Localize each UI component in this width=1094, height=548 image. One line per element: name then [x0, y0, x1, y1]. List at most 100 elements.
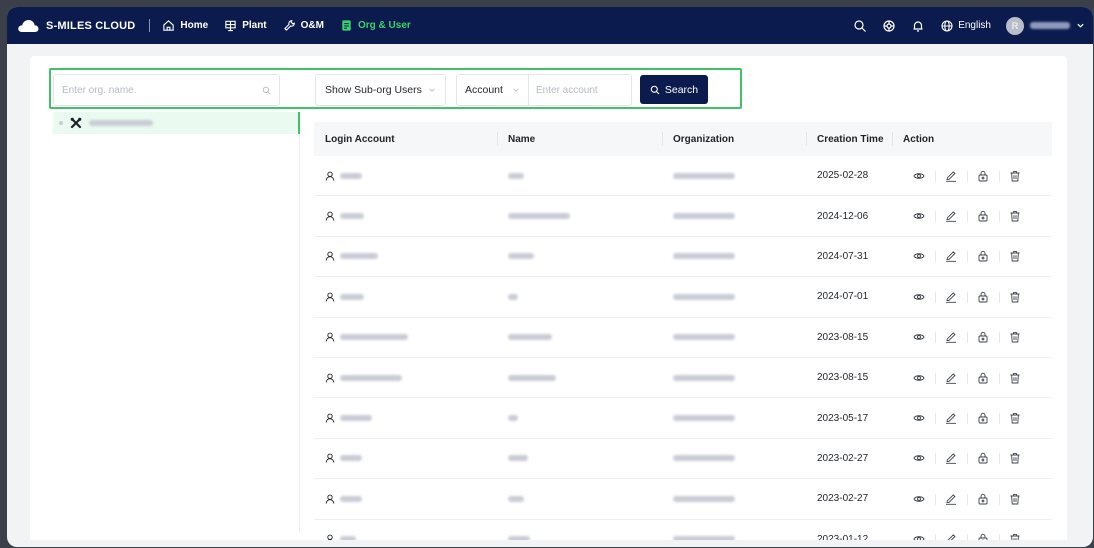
view-button[interactable]: [903, 412, 935, 424]
delete-button[interactable]: [999, 533, 1031, 540]
table-row: 2024-07-01: [314, 277, 1052, 318]
edit-button[interactable]: [935, 331, 967, 344]
table-row: 2024-12-06: [314, 196, 1052, 237]
org-user-panel: Enter org. name. Show Sub-org Users Acco…: [30, 56, 1067, 540]
reset-password-button[interactable]: [967, 170, 999, 182]
user-menu[interactable]: R: [1006, 16, 1085, 35]
col-login-account: Login Account: [325, 133, 395, 145]
view-button[interactable]: [903, 533, 935, 540]
edit-button[interactable]: [935, 493, 967, 505]
edit-icon: [946, 372, 956, 384]
view-button[interactable]: [903, 210, 935, 222]
delete-icon: [1010, 211, 1020, 222]
edit-button[interactable]: [935, 452, 967, 465]
search-button[interactable]: Search: [640, 75, 708, 104]
account-input[interactable]: Enter account: [528, 74, 632, 106]
view-icon: [913, 415, 925, 421]
organization-redacted: [673, 253, 735, 260]
name-redacted: [508, 334, 552, 341]
view-button[interactable]: [903, 372, 935, 384]
suborg-users-select[interactable]: Show Sub-org Users: [315, 74, 446, 106]
table-row: 2023-05-17: [314, 398, 1052, 439]
reset-password-button[interactable]: [967, 533, 999, 540]
chevron-down-icon: [429, 88, 435, 92]
view-button[interactable]: [903, 493, 935, 505]
org-search-input[interactable]: Enter org. name.: [53, 74, 280, 106]
login-account-redacted: [340, 536, 356, 540]
search-icon[interactable]: [853, 19, 867, 33]
edit-button[interactable]: [935, 291, 967, 303]
delete-icon: [1010, 372, 1020, 384]
edit-button[interactable]: [935, 372, 967, 384]
cell-actions: [892, 156, 1052, 195]
reset-password-button[interactable]: [967, 331, 999, 344]
edit-button[interactable]: [935, 170, 967, 182]
delete-button[interactable]: [999, 452, 1031, 465]
reset-password-button[interactable]: [967, 452, 999, 465]
chevron-down-icon: [1077, 23, 1084, 28]
reset-password-button[interactable]: [967, 210, 999, 223]
org-tree-node[interactable]: [53, 112, 300, 134]
reset-password-button[interactable]: [967, 291, 999, 303]
reset-password-button[interactable]: [967, 412, 999, 425]
organization-redacted: [673, 293, 735, 300]
cell-creation-time: 2023-02-27: [817, 452, 869, 464]
cell-name: [497, 237, 662, 276]
organization-redacted: [673, 495, 735, 502]
delete-button[interactable]: [999, 412, 1031, 425]
account-type-select[interactable]: Account: [456, 74, 529, 106]
edit-button[interactable]: [935, 210, 967, 223]
edit-button[interactable]: [935, 412, 967, 425]
user-table: Login Account Name Organization Creation…: [314, 122, 1052, 540]
cell-name: [497, 277, 662, 316]
delete-button[interactable]: [999, 250, 1031, 263]
language-switcher[interactable]: English: [940, 19, 991, 33]
account-input-placeholder: Enter account: [536, 84, 598, 96]
reset-password-button[interactable]: [967, 493, 999, 505]
nav-plant[interactable]: Plant: [224, 19, 267, 32]
delete-button[interactable]: [999, 291, 1031, 303]
organization-redacted: [673, 213, 735, 220]
reset-password-icon: [978, 412, 988, 424]
view-button[interactable]: [903, 291, 935, 303]
name-redacted: [508, 172, 524, 179]
nav-plant-label: Plant: [242, 20, 267, 31]
avatar: R: [1006, 16, 1024, 35]
delete-button[interactable]: [999, 493, 1031, 505]
login-account-redacted: [340, 455, 362, 462]
delete-icon: [1010, 453, 1020, 464]
nav-org-user[interactable]: Org & User: [340, 19, 411, 32]
delete-button[interactable]: [999, 170, 1031, 182]
main-nav: Home Plant O&M Org & User: [162, 19, 411, 32]
cell-login-account: [314, 277, 497, 316]
brand-logo[interactable]: S-MILES CLOUD: [17, 19, 135, 33]
search-button-label: Search: [664, 83, 699, 96]
view-icon: [913, 455, 925, 462]
user-icon: [325, 494, 335, 504]
login-account-redacted: [340, 415, 372, 422]
delete-button[interactable]: [999, 210, 1031, 223]
view-button[interactable]: [903, 250, 935, 262]
settings-icon[interactable]: [882, 19, 896, 33]
search-icon: [262, 86, 271, 94]
view-button[interactable]: [903, 170, 935, 182]
reset-password-button[interactable]: [967, 250, 999, 263]
cell-actions: [892, 358, 1052, 397]
delete-icon: [1010, 251, 1020, 262]
reset-password-icon: [978, 210, 988, 222]
edit-button[interactable]: [935, 533, 967, 540]
bell-icon[interactable]: [911, 19, 925, 33]
nav-om[interactable]: O&M: [283, 19, 324, 32]
delete-button[interactable]: [999, 331, 1031, 344]
organization-redacted: [673, 172, 735, 179]
delete-button[interactable]: [999, 372, 1031, 384]
edit-icon: [946, 170, 956, 182]
cell-organization: [662, 520, 806, 540]
cell-actions: [892, 520, 1052, 540]
view-button[interactable]: [903, 452, 935, 464]
edit-button[interactable]: [935, 250, 967, 263]
reset-password-button[interactable]: [967, 372, 999, 384]
nav-home-label: Home: [180, 20, 209, 31]
view-button[interactable]: [903, 331, 935, 343]
nav-home[interactable]: Home: [162, 19, 208, 32]
